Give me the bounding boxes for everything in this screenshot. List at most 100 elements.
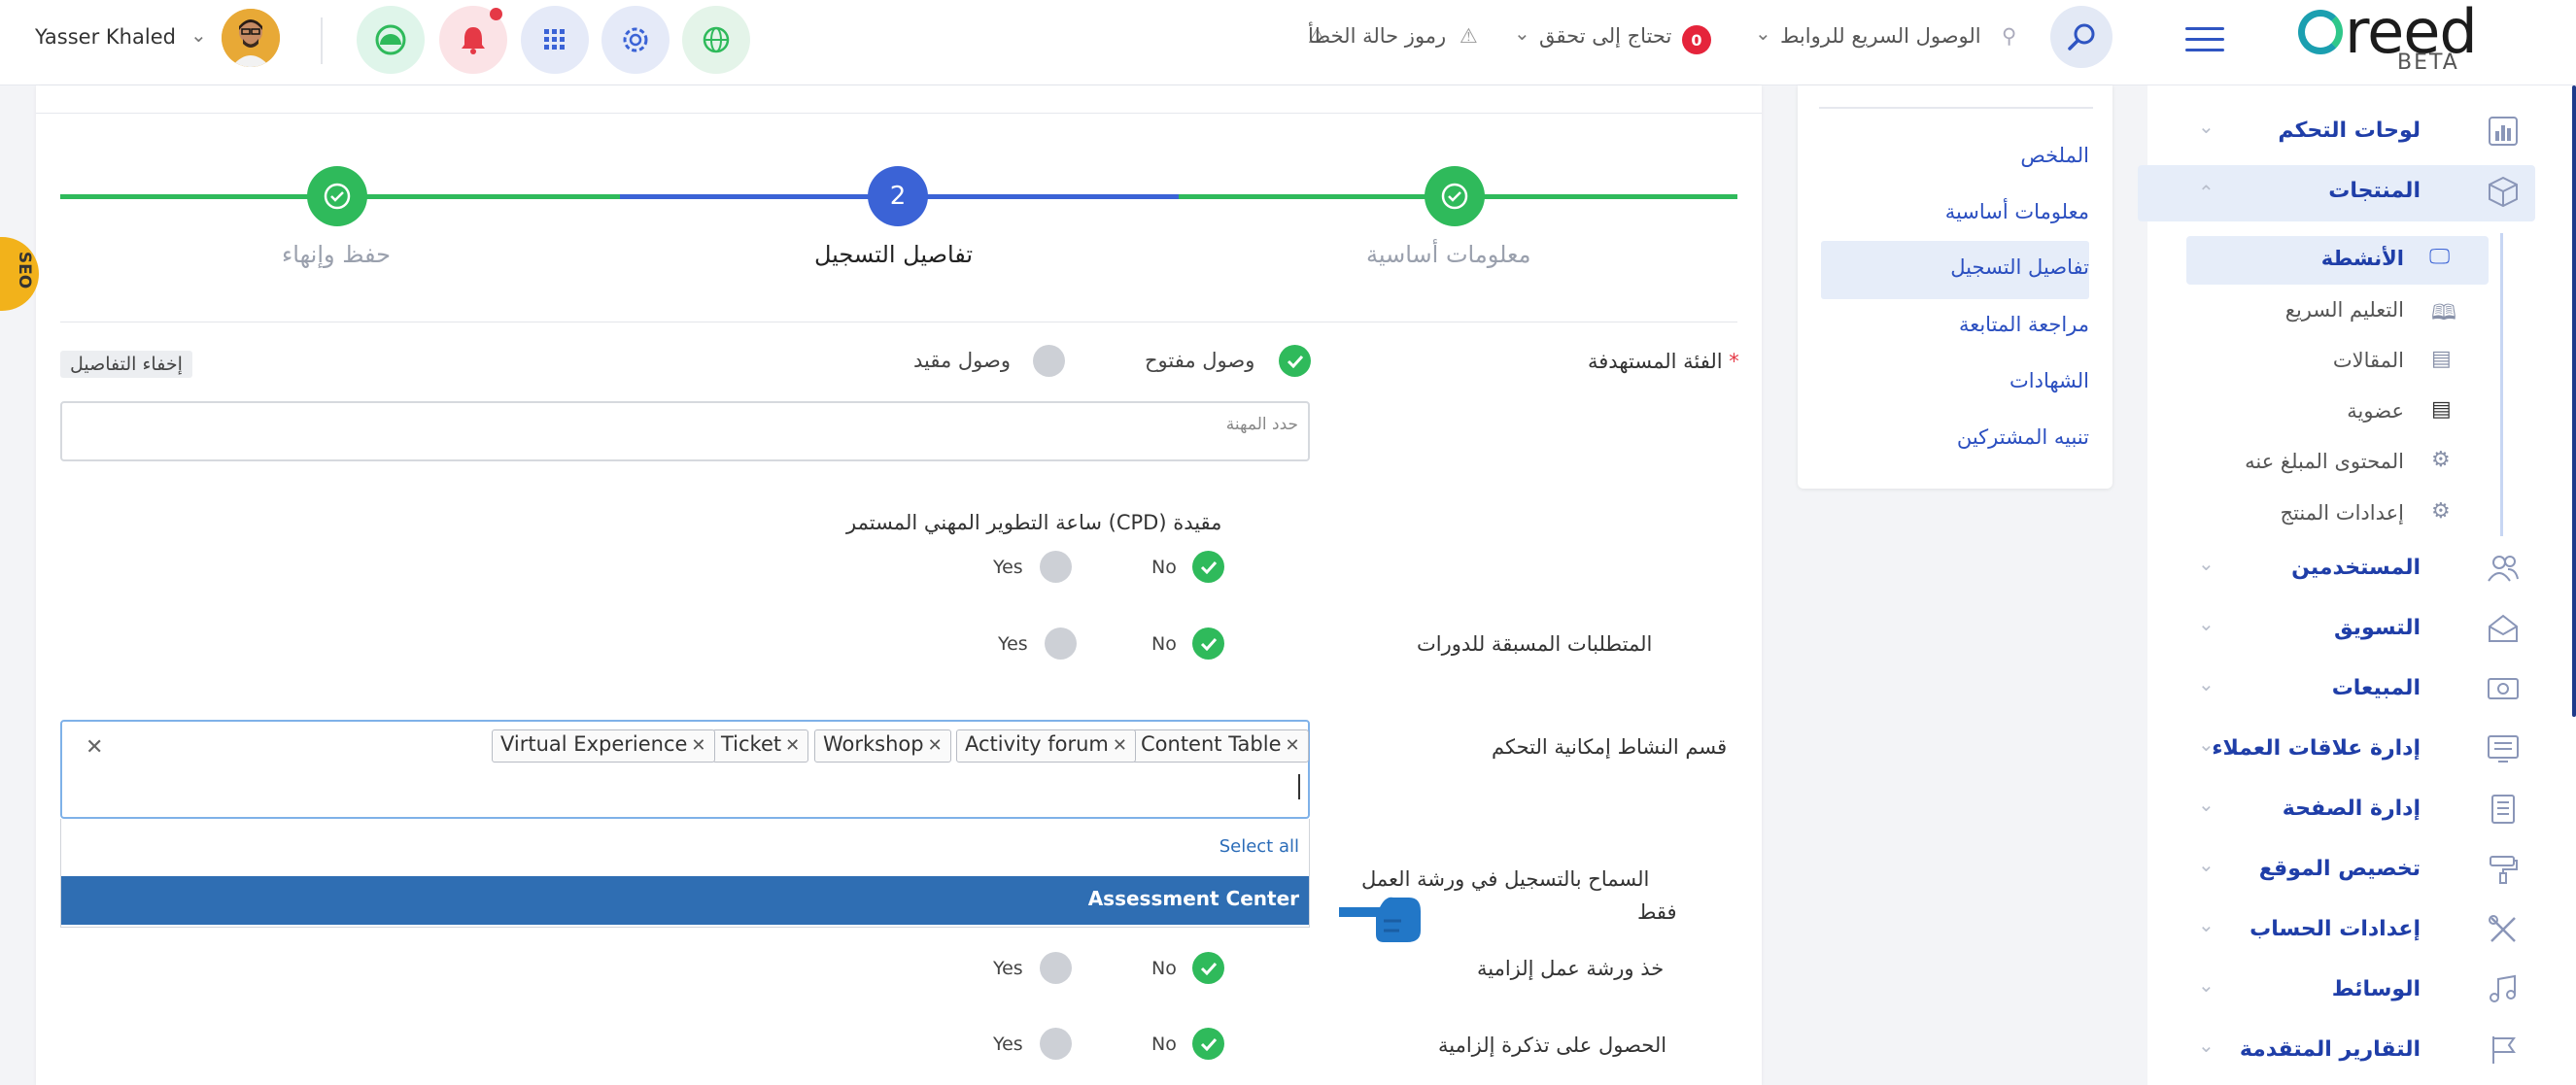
- gear-icon: ⚙: [2431, 448, 2451, 472]
- mandatory-ticket-no-radio[interactable]: [1192, 1028, 1224, 1060]
- user-name[interactable]: Yasser Khaled: [35, 25, 176, 49]
- steps-nav-card: الملخص معلومات أساسية تفاصيل التسجيل مرا…: [1798, 85, 2112, 489]
- main-form-card: [36, 85, 1762, 1085]
- search-button[interactable]: [2050, 6, 2112, 68]
- seo-tab-button[interactable]: SEO: [0, 237, 39, 311]
- chevron-down-icon[interactable]: ⌄: [1514, 21, 1530, 45]
- workshop-only-label-cont: فقط: [1637, 900, 1677, 924]
- sidebar-subitem-label: الأنشطة: [2320, 247, 2404, 270]
- activity-section-multiselect[interactable]: ✕ Content Table ✕ Activity forum ✕ Worksho…: [60, 720, 1310, 819]
- apps-button[interactable]: [521, 6, 589, 74]
- mandatory-ticket-no-label: No: [1151, 1034, 1177, 1055]
- sidebar-item-label: لوحات التحكم: [2278, 119, 2421, 143]
- remove-tag-icon[interactable]: ✕: [1113, 735, 1127, 756]
- chevron-down-icon: ⌄: [2198, 1034, 2215, 1057]
- sidebar-subitem-label: عضوية: [2347, 399, 2404, 423]
- steps-nav-subscriber-alerts[interactable]: تنبيه المشتركين: [1957, 425, 2089, 449]
- prereq-no-radio[interactable]: [1192, 627, 1224, 660]
- mandatory-workshop-no-label: No: [1151, 958, 1177, 979]
- cpd-yes-label: Yes: [993, 557, 1023, 578]
- steps-nav-follow-up-review[interactable]: مراجعة المتابعة: [1959, 313, 2089, 336]
- remove-tag-icon[interactable]: ✕: [1286, 735, 1300, 756]
- chevron-down-icon: ⌄: [2198, 853, 2215, 876]
- sidebar-item-label: إعدادات الحساب: [2250, 917, 2421, 941]
- wizard-label-registration-details: تفاصيل التسجيل: [814, 241, 974, 268]
- cpd-yes-radio[interactable]: [1040, 551, 1072, 583]
- mandatory-workshop-yes-radio[interactable]: [1040, 952, 1072, 984]
- pointing-hand-icon: [1337, 886, 1425, 948]
- pin-icon: ⚲: [2002, 24, 2017, 48]
- cpd-label: ساعة التطوير المهني المستمر (CPD) مقيدة: [846, 511, 1222, 534]
- wizard-step-registration-details[interactable]: 2: [868, 166, 928, 226]
- remove-tag-icon[interactable]: ✕: [785, 735, 800, 756]
- error-codes-label[interactable]: رموز حالة الخطأ: [1308, 24, 1446, 48]
- chevron-up-icon: ⌃: [2198, 181, 2215, 204]
- article-icon: ▤: [2431, 347, 2452, 371]
- music-icon: [2486, 972, 2521, 1007]
- needs-check-label[interactable]: تحتاج إلى تحقق: [1539, 24, 1671, 48]
- wizard-step-save-finish[interactable]: [307, 166, 367, 226]
- chevron-down-icon: ⌄: [2198, 793, 2215, 816]
- select-all-link[interactable]: Select all: [1219, 836, 1299, 857]
- sidebar-item-label: تخصيص الموقع: [2258, 857, 2421, 881]
- steps-nav-certificates[interactable]: الشهادات: [2009, 369, 2089, 392]
- prereq-yes-label: Yes: [998, 633, 1028, 655]
- box-icon: [2486, 174, 2521, 209]
- cpd-no-radio[interactable]: [1192, 551, 1224, 583]
- chevron-down-icon: ⌄: [2198, 552, 2215, 575]
- activity-section-dropdown: Select all Assessment Center: [60, 819, 1310, 928]
- quick-access-label[interactable]: الوصول السريع للروابط: [1780, 24, 1981, 48]
- mandatory-ticket-yes-label: Yes: [993, 1034, 1023, 1055]
- search-icon: [2068, 23, 2095, 51]
- steps-nav-registration-details[interactable]: تفاصيل التسجيل: [1950, 255, 2089, 279]
- website-button[interactable]: [682, 6, 750, 74]
- avatar[interactable]: [222, 9, 280, 67]
- remove-tag-icon[interactable]: ✕: [928, 735, 943, 756]
- settings-button[interactable]: [601, 6, 670, 74]
- tag-ticket[interactable]: Ticket ✕: [712, 729, 809, 763]
- mandatory-workshop-no-radio[interactable]: [1192, 952, 1224, 984]
- chevron-down-icon[interactable]: ⌄: [190, 23, 207, 47]
- clear-all-icon[interactable]: ✕: [86, 735, 103, 760]
- dropdown-option-assessment-center[interactable]: Assessment Center: [61, 876, 1309, 925]
- hide-details-button[interactable]: إخفاء التفاصيل: [60, 351, 192, 378]
- dashboard-gauge-button[interactable]: [357, 6, 425, 74]
- steps-nav-summary[interactable]: الملخص: [2020, 144, 2089, 167]
- profession-input[interactable]: حدد المهنة: [60, 401, 1310, 461]
- sidebar-item-label: المبيعات: [2331, 676, 2421, 700]
- wizard-step-basic-info[interactable]: [1425, 166, 1485, 226]
- steps-nav-basic-info[interactable]: معلومات أساسية: [1945, 200, 2089, 223]
- sidebar-subitem-label: المحتوى المبلغ عنه: [2245, 450, 2404, 473]
- tag-activity-forum[interactable]: Activity forum ✕: [956, 729, 1136, 763]
- open-access-radio[interactable]: [1279, 345, 1311, 377]
- menu-toggle-button[interactable]: [2185, 27, 2224, 59]
- wizard-label-save-finish: حفظ وإنهاء: [282, 241, 391, 268]
- mandatory-workshop-yes-label: Yes: [993, 958, 1023, 979]
- open-access-label: وصول مفتوح: [1145, 349, 1255, 372]
- restricted-access-radio[interactable]: [1033, 345, 1065, 377]
- sidebar-item-label: التقارير المتقدمة: [2239, 1037, 2421, 1062]
- prereq-yes-radio[interactable]: [1045, 627, 1077, 660]
- tag-content-table[interactable]: Content Table ✕: [1132, 729, 1309, 763]
- tools-icon: [2486, 912, 2521, 947]
- logo-mark-icon: [2298, 10, 2343, 54]
- notification-dot: [490, 8, 502, 20]
- sidebar-subitem-label: التعليم السريع: [2284, 298, 2404, 322]
- gauge-icon: [375, 24, 406, 55]
- sidebar-item-label: التسويق: [2333, 616, 2421, 640]
- chevron-down-icon[interactable]: ⌄: [1755, 21, 1771, 45]
- sidebar-scrollbar[interactable]: [2572, 85, 2576, 717]
- mandatory-ticket-yes-radio[interactable]: [1040, 1028, 1072, 1060]
- paint-roller-icon: [2486, 852, 2521, 887]
- divider: [36, 113, 1762, 114]
- money-icon: [2486, 671, 2521, 706]
- globe-icon: [703, 26, 730, 53]
- text-caret: [1298, 774, 1300, 799]
- chevron-down-icon: ⌄: [2198, 913, 2215, 936]
- tag-workshop[interactable]: Workshop ✕: [814, 729, 951, 763]
- gear-icon: ⚙: [2431, 499, 2451, 524]
- tag-virtual-experience[interactable]: Virtual Experience ✕: [492, 729, 715, 763]
- remove-tag-icon[interactable]: ✕: [691, 735, 705, 756]
- sidebar-subitem-label: إعدادات المنتج: [2280, 501, 2404, 525]
- wizard-label-basic-info: معلومات أساسية: [1366, 241, 1531, 268]
